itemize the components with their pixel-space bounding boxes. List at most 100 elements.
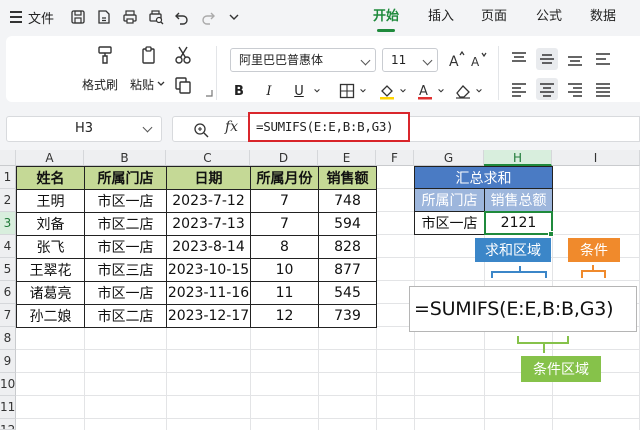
table-cell[interactable]: 828 — [318, 235, 377, 259]
borders-dropdown-icon[interactable] — [358, 80, 368, 102]
table-header-cell[interactable]: 所属门店 — [84, 166, 167, 190]
table-cell[interactable]: 市区一店 — [84, 281, 167, 305]
table-cell[interactable]: 王明 — [16, 189, 85, 213]
tab-page[interactable]: 页面 — [481, 0, 507, 34]
menu-icon[interactable] — [10, 11, 22, 23]
row-header[interactable]: 7 — [0, 304, 16, 327]
name-box[interactable]: H3 — [6, 116, 162, 142]
paste-dropdown-icon[interactable] — [156, 78, 166, 90]
chevron-down-icon[interactable] — [224, 7, 244, 27]
table-cell[interactable]: 8 — [250, 235, 319, 259]
column-header[interactable]: E — [318, 150, 376, 166]
table-cell[interactable]: 市区一店 — [84, 235, 167, 259]
table-cell[interactable]: 2023-11-16 — [166, 281, 251, 305]
fx-icon[interactable]: fx — [225, 119, 238, 135]
row-header[interactable]: 2 — [0, 189, 16, 212]
eraser-icon[interactable] — [452, 80, 474, 102]
row-header[interactable]: 4 — [0, 235, 16, 258]
increase-font-icon[interactable]: A — [446, 48, 468, 72]
file-menu[interactable]: 文件 — [28, 8, 54, 27]
zoom-icon[interactable] — [193, 122, 209, 138]
table-cell[interactable]: 王翠花 — [16, 258, 85, 282]
table-cell[interactable]: 2023-10-15 — [166, 258, 251, 282]
column-header[interactable]: F — [376, 150, 414, 166]
font-size-select[interactable]: 11 — [382, 48, 438, 72]
align-top-icon[interactable] — [508, 48, 530, 70]
font-family-select[interactable]: 阿里巴巴普惠体 — [230, 48, 376, 72]
font-color-dropdown-icon[interactable] — [436, 80, 446, 102]
column-header[interactable]: A — [16, 150, 84, 166]
paste-label[interactable]: 粘贴 — [130, 76, 154, 93]
paste-icon[interactable] — [136, 42, 162, 68]
table-cell[interactable]: 2023-8-14 — [166, 235, 251, 259]
redo-icon[interactable] — [198, 7, 218, 27]
align-right-icon[interactable] — [564, 78, 586, 100]
fill-color-dropdown-icon[interactable] — [398, 80, 408, 102]
align-left-icon[interactable] — [508, 78, 530, 100]
table-cell[interactable]: 11 — [250, 281, 319, 305]
summary-header-cell[interactable]: 销售总额 — [484, 188, 553, 212]
row-header[interactable]: 12 — [0, 419, 16, 430]
row-header[interactable]: 5 — [0, 258, 16, 281]
formula-input[interactable]: =SUMIFS(E:E,B:B,G3) — [248, 112, 410, 142]
format-painter-icon[interactable] — [92, 42, 118, 68]
eraser-dropdown-icon[interactable] — [474, 80, 484, 102]
format-painter-label[interactable]: 格式刷 — [82, 76, 118, 93]
table-cell[interactable]: 张飞 — [16, 235, 85, 259]
tab-home[interactable]: 开始 — [373, 0, 399, 34]
table-cell[interactable]: 2023-12-17 — [166, 304, 251, 328]
tab-formulas[interactable]: 公式 — [536, 0, 562, 34]
borders-icon[interactable] — [336, 80, 358, 102]
font-color-icon[interactable]: A — [414, 80, 436, 102]
bold-icon[interactable]: B — [228, 80, 250, 102]
table-header-cell[interactable]: 所属月份 — [250, 166, 319, 190]
table-cell[interactable]: 12 — [250, 304, 319, 328]
table-cell[interactable]: 市区二店 — [84, 304, 167, 328]
row-header[interactable]: 6 — [0, 281, 16, 304]
print-icon[interactable] — [120, 7, 140, 27]
column-header[interactable]: I — [552, 150, 640, 166]
column-header[interactable]: C — [166, 150, 250, 166]
table-header-cell[interactable]: 姓名 — [16, 166, 85, 190]
table-cell[interactable]: 市区一店 — [84, 189, 167, 213]
column-header[interactable]: G — [414, 150, 484, 166]
table-cell[interactable]: 诸葛亮 — [16, 281, 85, 305]
row-header[interactable]: 1 — [0, 166, 16, 189]
align-center-icon[interactable] — [536, 78, 558, 100]
select-all-corner[interactable] — [0, 150, 16, 166]
wrap-text-icon[interactable] — [592, 48, 614, 70]
fill-color-icon[interactable] — [376, 80, 398, 102]
table-cell[interactable]: 2023-7-13 — [166, 212, 251, 236]
export-pdf-icon[interactable] — [94, 7, 114, 27]
summary-title-cell[interactable]: 汇总求和 — [414, 166, 553, 189]
column-header-active[interactable]: H — [484, 150, 552, 166]
underline-dropdown-icon[interactable] — [312, 80, 322, 102]
table-cell[interactable]: 7 — [250, 189, 319, 213]
table-cell[interactable]: 594 — [318, 212, 377, 236]
tab-insert[interactable]: 插入 — [428, 0, 454, 34]
justify-icon[interactable] — [592, 78, 614, 100]
undo-icon[interactable] — [172, 7, 192, 27]
italic-icon[interactable]: I — [258, 80, 280, 102]
row-header[interactable]: 11 — [0, 396, 16, 419]
fill-handle[interactable] — [548, 231, 554, 237]
row-header[interactable]: 10 — [0, 373, 16, 396]
tab-data[interactable]: 数据 — [590, 0, 616, 34]
table-cell[interactable]: 7 — [250, 212, 319, 236]
clipboard-expand-icon[interactable] — [204, 88, 214, 98]
print-preview-icon[interactable] — [146, 7, 166, 27]
table-cell[interactable]: 739 — [318, 304, 377, 328]
align-middle-icon[interactable] — [536, 48, 558, 70]
table-cell[interactable]: 545 — [318, 281, 377, 305]
table-cell[interactable]: 孙二娘 — [16, 304, 85, 328]
row-header-active[interactable]: 3 — [0, 212, 16, 235]
column-header[interactable]: D — [250, 150, 318, 166]
copy-icon[interactable] — [172, 74, 194, 96]
table-cell[interactable]: 刘备 — [16, 212, 85, 236]
table-cell[interactable]: 748 — [318, 189, 377, 213]
table-header-cell[interactable]: 日期 — [166, 166, 251, 190]
summary-store-cell[interactable]: 市区一店 — [414, 211, 485, 235]
table-cell[interactable]: 市区三店 — [84, 258, 167, 282]
summary-header-cell[interactable]: 所属门店 — [414, 188, 485, 212]
underline-icon[interactable]: U — [288, 80, 310, 102]
